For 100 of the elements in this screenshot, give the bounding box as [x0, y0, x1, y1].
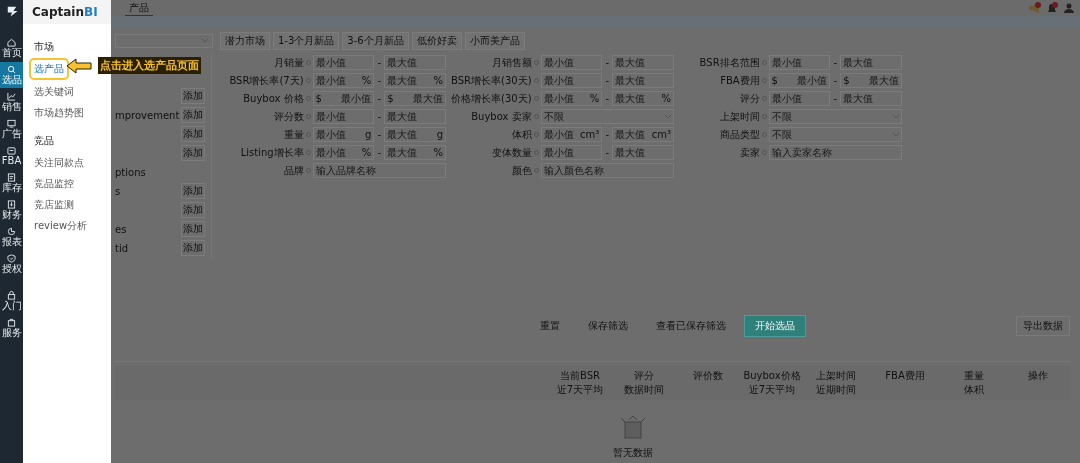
preset-button[interactable]: 1-3个月新品 — [273, 32, 340, 50]
tab[interactable]: 产品 — [125, 0, 153, 16]
input-field[interactable]: 最小值 — [312, 55, 375, 70]
input-field[interactable]: 最大值 — [612, 73, 674, 88]
add-tag[interactable]: 添加 — [181, 202, 205, 218]
input-field[interactable]: 最小值 — [540, 55, 603, 70]
menu-item[interactable]: 竞品监控 — [34, 177, 74, 191]
menu-item[interactable]: 市场趋势图 — [34, 106, 84, 120]
input-field[interactable]: 最小值 % — [312, 73, 375, 88]
input-field[interactable]: 最大值 g — [384, 127, 446, 142]
select-field[interactable]: 不限 — [768, 127, 902, 142]
filter-label: BSR增长率(30天) — [450, 73, 532, 88]
input-field[interactable]: 最大值 — [612, 55, 674, 70]
category-name[interactable]: ptions — [115, 166, 146, 178]
action-button[interactable]: 保存筛选 — [577, 316, 638, 336]
input-field[interactable]: 最大值 % — [384, 73, 446, 88]
placeholder-text: 最小值 — [315, 73, 346, 88]
nav-item[interactable]: 入门 — [0, 288, 23, 314]
export-button[interactable]: 导出数据 — [1016, 316, 1070, 336]
input-field[interactable]: 最小值 g — [312, 127, 375, 142]
category-name[interactable]: es — [115, 223, 127, 235]
nav-item[interactable]: 选品 — [0, 62, 23, 88]
column-title: 当前BSR — [560, 369, 600, 383]
placeholder-text: 最大值 — [615, 145, 646, 160]
input-field[interactable]: 输入颜色名称 — [540, 163, 674, 178]
menu-item[interactable]: 竞店监测 — [34, 198, 74, 212]
input-field[interactable]: 最小值 — [768, 55, 831, 70]
add-tag[interactable]: 添加 — [181, 240, 205, 256]
select-field[interactable]: 不限 — [540, 109, 674, 124]
filter-label: Buybox 卖家 — [470, 109, 532, 124]
input-field[interactable]: $ 最大值 — [384, 91, 446, 106]
nav-item[interactable]: 财务 — [0, 197, 23, 223]
category-dropdown[interactable] — [115, 34, 213, 48]
add-tag[interactable]: 添加 — [181, 221, 205, 237]
unit-label: % — [361, 147, 372, 158]
add-tag[interactable]: 添加 — [181, 183, 205, 199]
menu-item[interactable]: 关注同款点 — [34, 156, 84, 170]
input-field[interactable]: 最小值 % — [312, 145, 375, 160]
input-field[interactable]: 最大值 % — [612, 91, 674, 106]
nav-item[interactable]: FBA — [0, 143, 23, 169]
input-field[interactable]: 最大值 % — [384, 145, 446, 160]
unit-label: g — [436, 129, 443, 140]
placeholder-text: 最小值 — [543, 73, 574, 88]
preset-button[interactable]: 3-6个月新品 — [342, 32, 409, 50]
menu-item[interactable]: 选产品 — [29, 58, 69, 80]
input-field[interactable]: 最大值 — [384, 55, 446, 70]
callout-text: 点击进入选产品页面 — [98, 57, 201, 74]
section-title: 市场 — [34, 40, 55, 54]
filter-label: 上架时间 — [718, 109, 760, 124]
filter-label: 体积 — [510, 127, 532, 142]
menu-item[interactable]: 选关键词 — [34, 85, 74, 99]
action-button[interactable]: 查看已保存筛选 — [645, 316, 736, 336]
add-tag[interactable]: 添加 — [181, 126, 205, 142]
placeholder-text: 最大值 — [615, 73, 646, 88]
column-subtitle: 近7天平均 — [748, 383, 796, 397]
add-tag[interactable]: 添加 — [181, 145, 205, 161]
input-field[interactable]: 最小值 — [312, 109, 375, 124]
preset-button[interactable]: 潜力市场 — [220, 32, 270, 50]
input-field[interactable]: 最小值 — [768, 91, 831, 106]
placeholder-text: 最小值 — [315, 127, 346, 142]
add-tag[interactable]: 添加 — [181, 107, 205, 123]
range-dash: - — [832, 57, 839, 68]
filter-label: 颜色 — [510, 163, 532, 178]
preset-button[interactable]: 小而美产品 — [464, 32, 525, 50]
input-field[interactable]: 最小值 cm³ — [540, 127, 603, 142]
category-name[interactable]: mprovement — [115, 109, 180, 121]
nav-item[interactable]: 授权 — [0, 251, 23, 277]
input-field[interactable]: 最大值 — [840, 55, 902, 70]
input-field[interactable]: 输入卖家名称 — [768, 145, 902, 160]
action-button[interactable]: 重置 — [529, 316, 570, 336]
left-arrow-icon — [66, 57, 92, 74]
menu-item[interactable]: review分析 — [34, 219, 88, 233]
nav-item[interactable]: 报表 — [0, 224, 23, 250]
search-button[interactable]: 开始选品 — [743, 315, 806, 337]
add-tag[interactable]: 添加 — [181, 88, 205, 104]
input-field[interactable]: 最小值 % — [540, 91, 603, 106]
select-field[interactable]: 不限 — [768, 109, 902, 124]
input-field[interactable]: 最小值 — [540, 73, 603, 88]
nav-item[interactable]: 服务 — [0, 315, 23, 341]
input-field[interactable]: $ 最小值 — [312, 91, 375, 106]
input-field[interactable]: 最小值 — [540, 145, 603, 160]
category-name[interactable]: s — [115, 185, 121, 197]
nav-item[interactable]: 销售 — [0, 89, 23, 115]
nav-item[interactable]: 库存 — [0, 170, 23, 196]
input-field[interactable]: $ 最大值 — [840, 73, 902, 88]
input-field[interactable]: 最大值 — [612, 145, 674, 160]
unit-label: % — [661, 93, 671, 104]
input-field[interactable]: 最大值 cm³ — [612, 127, 674, 142]
input-field[interactable]: $ 最小值 — [768, 73, 831, 88]
input-field[interactable]: 最大值 — [840, 91, 902, 106]
category-name[interactable]: tid — [115, 242, 129, 254]
column-title: 评价数 — [693, 369, 723, 383]
input-field[interactable]: 最大值 — [384, 109, 446, 124]
bag-icon — [7, 318, 16, 327]
range-dash: - — [376, 75, 383, 86]
nav-item[interactable]: 首页 — [0, 35, 23, 61]
input-field[interactable]: 输入品牌名称 — [312, 163, 446, 178]
preset-button[interactable]: 低价好卖 — [411, 32, 462, 50]
nav-item[interactable]: 广告 — [0, 116, 23, 142]
placeholder-text: 最大值 — [387, 127, 418, 142]
